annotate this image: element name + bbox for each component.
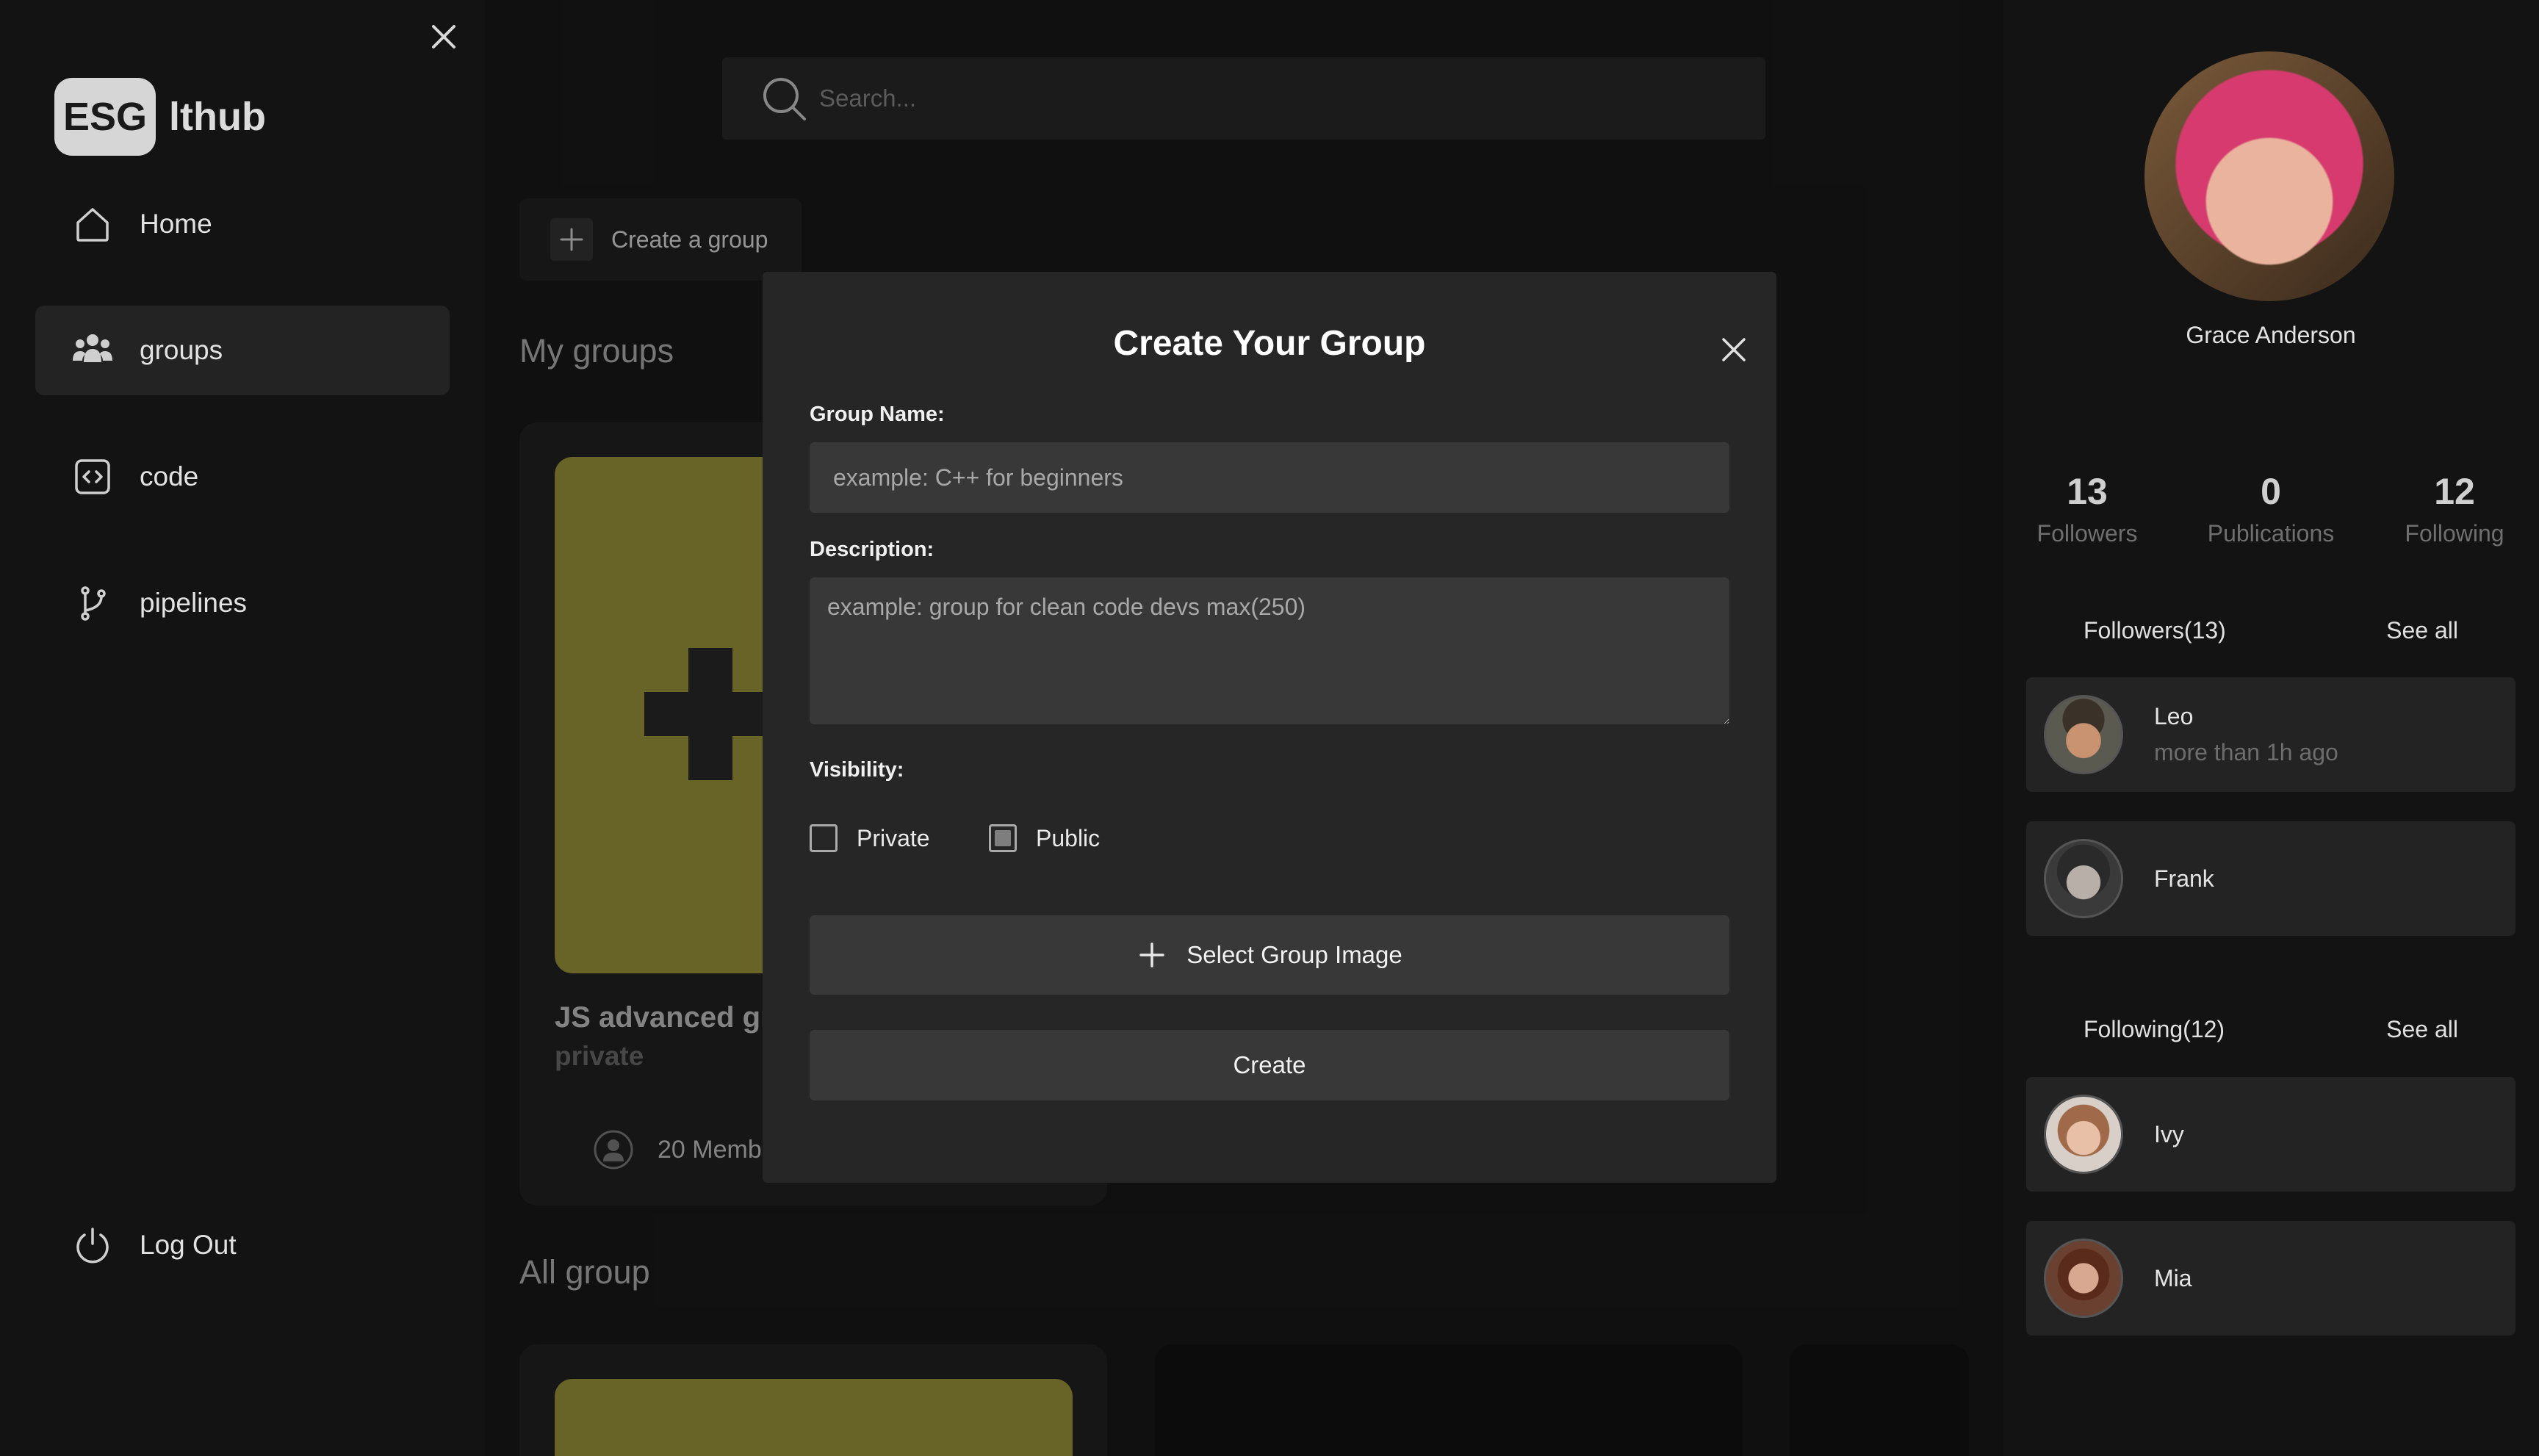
create-group-modal: Create Your Group Group Name: Descriptio… [763, 272, 1776, 1183]
following-item[interactable]: Mia [2026, 1221, 2515, 1336]
person-name: Mia [2154, 1264, 2192, 1291]
sidebar-item-code[interactable]: code [35, 432, 450, 522]
visibility-public-checkbox[interactable]: Public [989, 824, 1100, 852]
logout-label: Log Out [140, 1230, 237, 1260]
stat-label: Followers [2036, 520, 2138, 547]
select-image-label: Select Group Image [1186, 941, 1402, 968]
person-name: Ivy [2154, 1120, 2184, 1147]
stat-value: 13 [2067, 471, 2108, 512]
logo-text: lthub [169, 95, 266, 139]
description-textarea[interactable] [810, 577, 1729, 724]
select-group-image-button[interactable]: Select Group Image [810, 915, 1729, 995]
description-label: Description: [810, 538, 934, 561]
plus-icon [1139, 943, 1164, 967]
group-name-label: Group Name: [810, 403, 945, 426]
stat-followers: 13 Followers [2014, 470, 2161, 547]
follower-item[interactable]: Frank [2026, 821, 2515, 936]
profile-panel: Grace Anderson 13 Followers 0 Publicatio… [2003, 0, 2539, 1456]
sidebar-item-home[interactable]: Home [35, 179, 450, 269]
stat-value: 12 [2434, 471, 2475, 512]
modal-title: Create Your Group [1113, 324, 1426, 363]
avatar [2044, 839, 2123, 918]
following-item[interactable]: Ivy [2026, 1077, 2515, 1192]
sidebar-item-pipelines[interactable]: pipelines [35, 558, 450, 648]
visibility-private-checkbox[interactable]: Private [810, 824, 930, 852]
followers-heading: Followers(13) [2084, 617, 2226, 644]
avatar [2044, 1239, 2123, 1318]
users-icon [73, 334, 112, 362]
sidebar-item-label: Home [140, 209, 212, 239]
person-status: more than 1h ago [2154, 739, 2338, 765]
see-all-followers-link[interactable]: See all [2386, 617, 2458, 644]
see-all-following-link[interactable]: See all [2386, 1016, 2458, 1043]
avatar [2044, 695, 2123, 774]
create-label: Create [1233, 1051, 1306, 1078]
stat-label: Publications [2207, 520, 2335, 547]
close-icon [1722, 338, 1746, 361]
sidebar-item-label: code [140, 461, 199, 491]
logout-button[interactable]: Log Out [35, 1200, 450, 1290]
stat-publications: 0 Publications [2197, 470, 2344, 547]
profile-avatar[interactable] [2144, 51, 2394, 301]
follower-item[interactable]: Leo more than 1h ago [2026, 677, 2515, 792]
sidebar-item-label: pipelines [140, 588, 248, 618]
close-sidebar-button[interactable] [425, 18, 463, 56]
close-modal-button[interactable] [1719, 335, 1749, 364]
person-name: Leo [2154, 703, 2194, 729]
visibility-option-label: Private [857, 824, 930, 851]
sidebar-item-label: groups [140, 335, 223, 365]
checkbox[interactable] [989, 824, 1017, 852]
stat-following: 12 Following [2381, 470, 2528, 547]
git-branch-icon [81, 586, 106, 621]
create-button[interactable]: Create [810, 1030, 1729, 1100]
group-name-input[interactable] [810, 442, 1729, 513]
visibility-label: Visibility: [810, 758, 904, 782]
sidebar: ESG lthub Home groups code pipelines Log… [0, 0, 485, 1456]
power-icon [76, 1228, 109, 1264]
sidebar-item-groups[interactable]: groups [35, 306, 450, 395]
logo-badge: ESG [54, 78, 156, 156]
person-name: Frank [2154, 865, 2214, 892]
profile-name: Grace Anderson [2186, 322, 2356, 348]
app-logo[interactable]: ESG lthub [54, 78, 266, 156]
home-icon [76, 208, 109, 242]
checkbox[interactable] [810, 824, 838, 852]
close-icon [432, 25, 455, 48]
stat-value: 0 [2261, 471, 2281, 512]
code-icon [75, 459, 110, 494]
visibility-option-label: Public [1036, 824, 1101, 851]
avatar [2044, 1095, 2123, 1174]
stat-label: Following [2405, 520, 2504, 547]
following-heading: Following(12) [2084, 1016, 2225, 1042]
